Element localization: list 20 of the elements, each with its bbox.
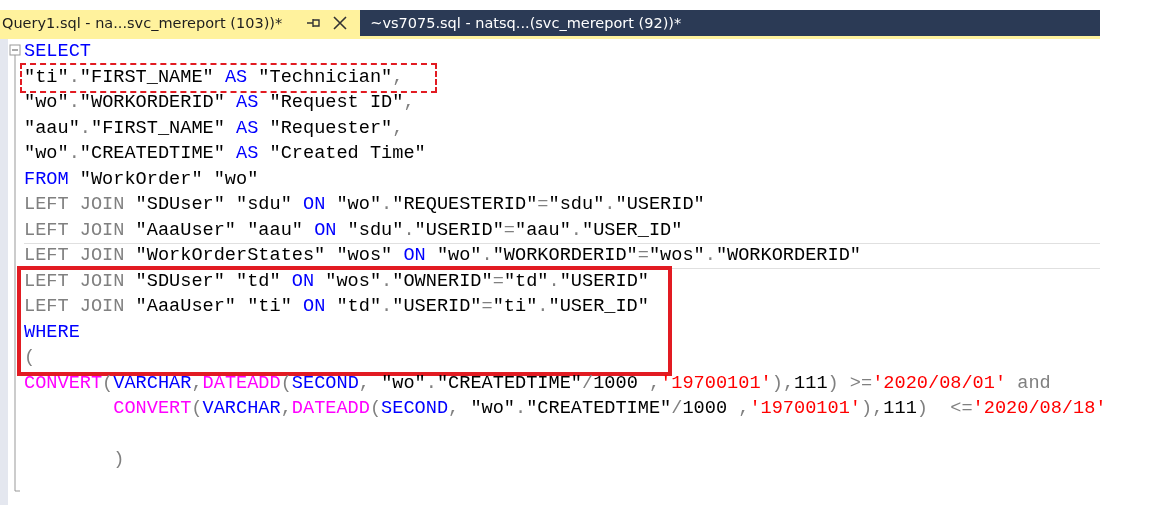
code-line: "wo"."CREATEDTIME" AS "Created Time" (24, 143, 426, 164)
code-line: ) (113, 449, 125, 470)
code-line: WHERE (24, 321, 80, 343)
code-line: CONVERT(VARCHAR,DATEADD(SECOND, "wo"."CREATEDTIME"/1000 ,'19700101'),111) <='2020/08/18' (113, 398, 1107, 419)
tab-title: Query1.sql - na...svc_mereport (103))* (2, 15, 283, 31)
pin-icon[interactable] (306, 17, 323, 29)
code-line: ( (24, 347, 36, 368)
code-line: "wo"."WORKORDERID" AS "Request ID", (24, 92, 415, 113)
code-line: LEFT JOIN "AaaUser" "aau" ON "sdu"."USERID"="aau"."USER_ID" (24, 219, 683, 241)
code-line: LEFT JOIN "WorkOrderStates" "wos" ON "wo"."WORKORDERID"="wos"."WORKORDERID" (24, 245, 861, 266)
document-tab[interactable]: Query1.sql - na...svc_mereport (103))* (0, 10, 361, 36)
code-line: "aau"."FIRST_NAME" AS "Requester", (24, 117, 404, 139)
code-line: CONVERT(VARCHAR,DATEADD(SECOND, "wo"."CREATEDTIME"/1000 ,'19700101'),111) >='2020/08/01' and (24, 372, 1051, 394)
code-line: FROM "WorkOrder" "wo" (24, 168, 259, 190)
close-icon[interactable] (332, 15, 349, 31)
tab-title: ~vs7075.sql - natsq...(svc_mereport (92))* (370, 15, 682, 31)
code-line: LEFT JOIN "SDUser" "sdu" ON "wo"."REQUESTERID"="sdu"."USERID" (24, 194, 705, 215)
code-line: LEFT JOIN "SDUser" "td" ON "wos"."OWNERID"="td"."USERID" (24, 270, 649, 292)
code-line: SELECT (24, 41, 91, 62)
code-line: LEFT JOIN "AaaUser" "ti" ON "td"."USERID"="ti"."USER_ID" (24, 296, 649, 317)
